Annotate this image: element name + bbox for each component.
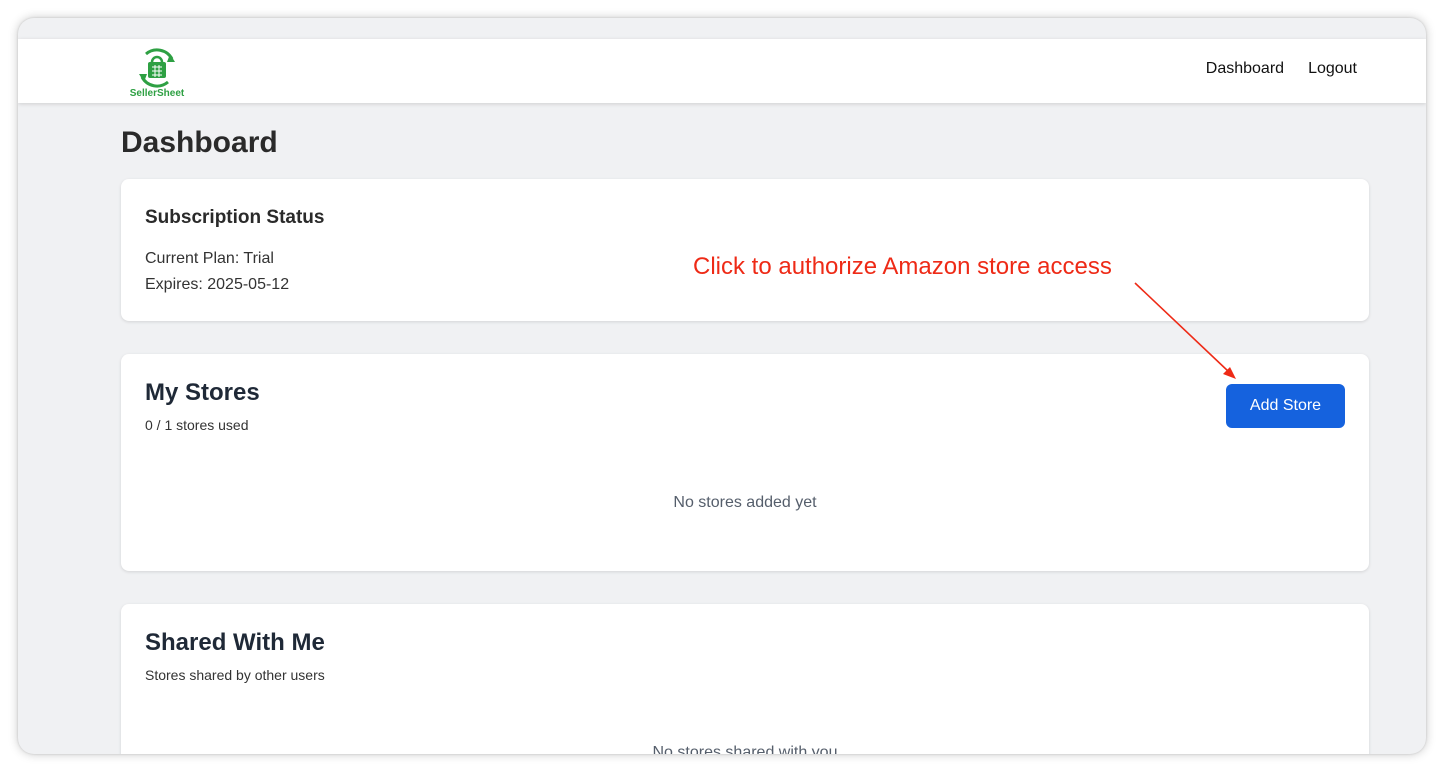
nav-link-logout[interactable]: Logout [1308,60,1357,78]
stores-usage: 0 / 1 stores used [145,417,249,433]
logo-text: SellerSheet [129,88,185,99]
shared-subtitle: Stores shared by other users [145,667,325,683]
shared-with-me-card: Shared With Me Stores shared by other us… [121,604,1369,754]
stores-empty-message: No stores added yet [673,494,817,511]
expiry-date: Expires: 2025-05-12 [145,276,290,293]
logo[interactable]: SellerSheet [122,45,192,103]
my-stores-card: My Stores 0 / 1 stores used Add Store No… [121,354,1369,571]
top-navbar: SellerSheet Dashboard Logout [18,39,1426,103]
page-title: Dashboard [121,126,278,159]
nav-link-dashboard[interactable]: Dashboard [1206,60,1284,78]
subscription-card: Subscription Status Current Plan: Trial … [121,179,1369,321]
current-plan: Current Plan: Trial [145,250,274,267]
shopping-bag-sync-icon [139,48,175,88]
annotation-text: Click to authorize Amazon store access [693,253,1112,280]
shared-title: Shared With Me [145,629,325,656]
my-stores-title: My Stores [145,379,260,406]
subscription-title: Subscription Status [145,207,325,228]
browser-window: SellerSheet Dashboard Logout Dashboard S… [18,18,1426,754]
shared-empty-message: No stores shared with you [652,744,838,754]
nav-links: Dashboard Logout [1206,60,1357,78]
add-store-button[interactable]: Add Store [1226,384,1345,428]
